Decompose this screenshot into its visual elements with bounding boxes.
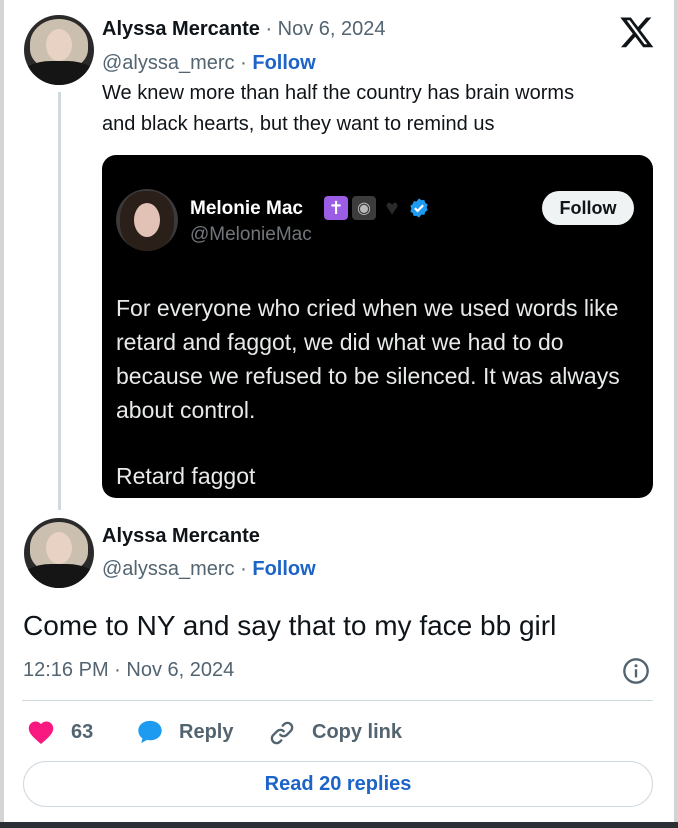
- quoted-tweet-text: For everyone who cried when we used word…: [116, 291, 653, 493]
- follow-link[interactable]: Follow: [252, 52, 315, 74]
- quoted-author-emojis: ✝ ◉ ♥: [324, 195, 430, 221]
- x-logo-icon[interactable]: [619, 14, 655, 50]
- quoted-text-line: because we refused to be silenced. It wa…: [116, 363, 620, 389]
- author-handle-row: @alyssa_merc · Follow: [102, 52, 316, 75]
- black-heart-emoji-icon: ♥: [385, 195, 399, 220]
- quoted-text-last-line: Retard faggot: [116, 463, 256, 489]
- info-icon[interactable]: [622, 657, 650, 685]
- tweet-text-line-2: and black hearts, but they want to remin…: [102, 113, 495, 135]
- thread-line: [58, 92, 61, 510]
- reply-handle-row: @alyssa_merc · Follow: [102, 558, 316, 581]
- author-name[interactable]: Alyssa Mercante: [102, 18, 260, 40]
- reply-author-name[interactable]: Alyssa Mercante: [102, 525, 260, 548]
- author-handle[interactable]: @alyssa_merc: [102, 52, 235, 74]
- reply-text: Come to NY and say that to my face bb gi…: [23, 610, 557, 641]
- copy-link-button[interactable]: Copy link: [312, 721, 402, 744]
- quoted-author-handle[interactable]: @MelonieMac: [190, 224, 312, 246]
- reply-author-handle[interactable]: @alyssa_merc: [102, 558, 235, 580]
- quoted-author-avatar[interactable]: [116, 189, 178, 251]
- window-edge-left: [0, 0, 4, 828]
- tweet-header: Alyssa Mercante · Nov 6, 2024: [102, 18, 386, 41]
- reply-author-avatar[interactable]: [24, 518, 94, 588]
- quoted-follow-button[interactable]: Follow: [542, 191, 634, 225]
- read-replies-button[interactable]: Read 20 replies: [23, 761, 653, 807]
- quoted-text-line: For everyone who cried when we used word…: [116, 295, 619, 321]
- like-count[interactable]: 63: [71, 721, 93, 744]
- quoted-tweet-card[interactable]: Melonie Mac ✝ ◉ ♥ @MelonieMac Follow For…: [102, 155, 653, 498]
- game-controller-emoji-icon: ◉: [352, 196, 376, 220]
- reply-handle-separator: ·: [240, 558, 247, 580]
- like-heart-icon[interactable]: [27, 719, 55, 745]
- divider: [22, 700, 653, 701]
- reply-bubble-icon[interactable]: [136, 718, 164, 746]
- verified-badge-icon: [410, 198, 428, 218]
- quoted-text-line: retard and faggot, we did what we had to…: [116, 329, 564, 355]
- window-edge-right: [674, 0, 678, 828]
- quoted-text-line: about control.: [116, 397, 256, 423]
- reply-button[interactable]: Reply: [179, 721, 233, 744]
- handle-separator: ·: [240, 52, 247, 74]
- window-edge-bottom: [0, 822, 678, 828]
- tweet-text-line-1: We knew more than half the country has b…: [102, 82, 575, 104]
- reply-follow-link[interactable]: Follow: [252, 558, 315, 580]
- quoted-author-name[interactable]: Melonie Mac: [190, 198, 303, 220]
- header-separator: ·: [265, 18, 273, 40]
- author-avatar[interactable]: [24, 15, 94, 85]
- copy-link-icon[interactable]: [268, 719, 296, 747]
- reply-timestamp[interactable]: 12:16 PM · Nov 6, 2024: [23, 659, 234, 682]
- cross-emoji-icon: ✝: [324, 196, 348, 220]
- tweet-date[interactable]: Nov 6, 2024: [278, 18, 386, 40]
